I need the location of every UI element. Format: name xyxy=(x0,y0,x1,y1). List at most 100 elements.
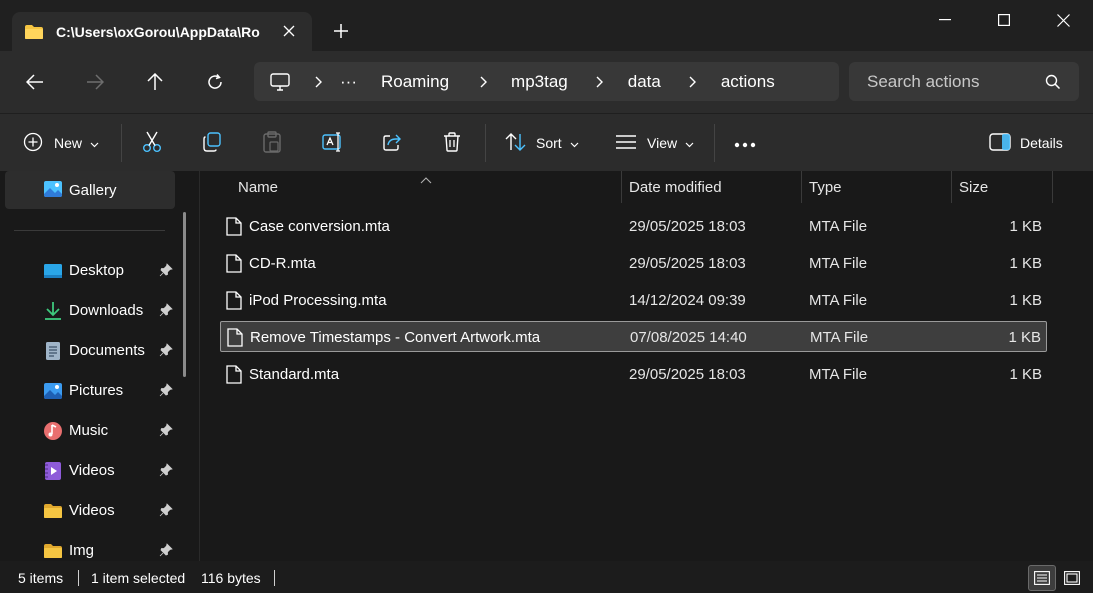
file-size: 1 KB xyxy=(1008,329,1041,346)
breadcrumb-ellipsis[interactable]: ··· xyxy=(336,72,361,92)
file-row[interactable]: Standard.mta 29/05/2025 18:03 MTA File 1… xyxy=(220,359,1047,390)
breadcrumb-mp3tag[interactable]: mp3tag xyxy=(507,72,572,92)
copy-button[interactable] xyxy=(202,126,222,160)
column-header-label: Date modified xyxy=(629,178,722,196)
column-header-size[interactable]: Size xyxy=(959,171,1049,203)
item-count: 5 items xyxy=(18,570,64,586)
chevron-right-icon[interactable] xyxy=(306,76,330,88)
sort-label: Sort xyxy=(536,135,562,151)
file-row[interactable]: Case conversion.mta 29/05/2025 18:03 MTA… xyxy=(220,211,1047,242)
folder-icon xyxy=(43,541,63,561)
breadcrumb-roaming[interactable]: Roaming xyxy=(377,72,453,92)
view-label: View xyxy=(647,135,678,151)
close-tab-icon[interactable] xyxy=(280,22,298,40)
clipboard-icon xyxy=(262,130,282,156)
file-row[interactable]: iPod Processing.mta 14/12/2024 09:39 MTA… xyxy=(220,285,1047,316)
file-size: 1 KB xyxy=(1009,218,1042,235)
column-header-date[interactable]: Date modified xyxy=(629,171,799,203)
videos-icon xyxy=(43,461,63,481)
column-header-name[interactable]: Name xyxy=(238,171,618,203)
this-pc-icon[interactable] xyxy=(270,72,292,92)
new-button[interactable]: New xyxy=(23,126,99,160)
new-label: New xyxy=(54,135,83,151)
file-row-selected[interactable]: Remove Timestamps - Convert Artwork.mta … xyxy=(220,321,1047,352)
file-name: Remove Timestamps - Convert Artwork.mta xyxy=(250,329,541,346)
cut-button[interactable] xyxy=(142,126,162,160)
divider xyxy=(714,124,715,162)
sort-button[interactable]: Sort xyxy=(505,126,579,160)
large-icons-view-button[interactable] xyxy=(1058,565,1086,591)
pin-icon[interactable] xyxy=(159,503,173,517)
sidebar-item-music[interactable]: Music xyxy=(5,411,175,449)
file-date: 29/05/2025 18:03 xyxy=(629,255,746,272)
sidebar-scrollbar[interactable] xyxy=(183,212,186,377)
column-divider[interactable] xyxy=(801,171,802,203)
divider xyxy=(78,570,79,586)
pin-icon[interactable] xyxy=(159,423,173,437)
selection-size: 116 bytes xyxy=(201,570,261,586)
details-button[interactable]: Details xyxy=(989,126,1063,160)
paste-button[interactable] xyxy=(262,126,282,160)
rename-button[interactable] xyxy=(322,126,344,160)
file-name: iPod Processing.mta xyxy=(249,292,387,309)
share-button[interactable] xyxy=(382,126,402,160)
forward-button[interactable] xyxy=(79,66,111,98)
details-pane-icon xyxy=(989,132,1011,154)
file-icon xyxy=(226,254,242,273)
search-box[interactable]: Search actions xyxy=(849,62,1079,101)
see-more-button[interactable] xyxy=(734,126,756,160)
chevron-right-icon[interactable] xyxy=(681,76,705,88)
pin-icon[interactable] xyxy=(159,543,173,557)
sidebar-item-label: Documents xyxy=(69,341,145,359)
file-row[interactable]: CD-R.mta 29/05/2025 18:03 MTA File 1 KB xyxy=(220,248,1047,279)
delete-button[interactable] xyxy=(443,126,461,160)
sidebar-item-documents[interactable]: Documents xyxy=(5,331,175,369)
tab-current-folder[interactable]: C:\Users\oxGorou\AppData\Ro xyxy=(12,12,312,51)
pin-icon[interactable] xyxy=(159,383,173,397)
refresh-button[interactable] xyxy=(199,66,231,98)
rename-icon xyxy=(322,131,344,155)
chevron-down-icon xyxy=(570,135,579,151)
up-button[interactable] xyxy=(139,66,171,98)
pin-icon[interactable] xyxy=(159,463,173,477)
status-bar: 5 items 1 item selected 116 bytes xyxy=(0,561,1093,593)
chevron-right-icon[interactable] xyxy=(588,76,612,88)
sidebar-item-label: Downloads xyxy=(69,301,144,319)
divider xyxy=(274,570,275,586)
file-name: CD-R.mta xyxy=(249,255,316,272)
details-view-button[interactable] xyxy=(1028,565,1056,591)
minimize-button[interactable] xyxy=(916,0,974,40)
maximize-button[interactable] xyxy=(975,0,1033,40)
documents-icon xyxy=(43,341,63,361)
breadcrumb-actions[interactable]: actions xyxy=(717,72,779,92)
file-name: Standard.mta xyxy=(249,366,340,383)
sidebar-item-desktop[interactable]: Desktop xyxy=(5,251,175,289)
share-icon xyxy=(382,132,402,155)
column-divider[interactable] xyxy=(621,171,622,203)
details-label: Details xyxy=(1020,135,1063,151)
column-divider[interactable] xyxy=(951,171,952,203)
desktop-icon xyxy=(43,261,63,281)
column-header-type[interactable]: Type xyxy=(809,171,949,203)
pin-icon[interactable] xyxy=(159,343,173,357)
sidebar-item-label: Videos xyxy=(69,461,115,479)
sidebar-item-label: Music xyxy=(69,421,109,439)
chevron-right-icon[interactable] xyxy=(471,76,495,88)
pin-icon[interactable] xyxy=(159,263,173,277)
folder-icon xyxy=(24,24,44,40)
sidebar-item-videos-folder[interactable]: Videos xyxy=(5,491,175,529)
column-divider[interactable] xyxy=(1052,171,1053,203)
file-type: MTA File xyxy=(810,329,869,346)
sidebar-item-gallery[interactable]: Gallery xyxy=(5,171,175,209)
address-bar[interactable]: ··· Roaming mp3tag data actions xyxy=(254,62,839,101)
sidebar-item-downloads[interactable]: Downloads xyxy=(5,291,175,329)
new-tab-button[interactable] xyxy=(330,20,352,42)
close-window-button[interactable] xyxy=(1034,0,1092,40)
back-button[interactable] xyxy=(19,66,51,98)
view-button[interactable]: View xyxy=(615,126,694,160)
sidebar-item-pictures[interactable]: Pictures xyxy=(5,371,175,409)
breadcrumb-data[interactable]: data xyxy=(624,72,665,92)
chevron-down-icon xyxy=(685,135,694,151)
pin-icon[interactable] xyxy=(159,303,173,317)
sidebar-item-videos[interactable]: Videos xyxy=(5,451,175,489)
